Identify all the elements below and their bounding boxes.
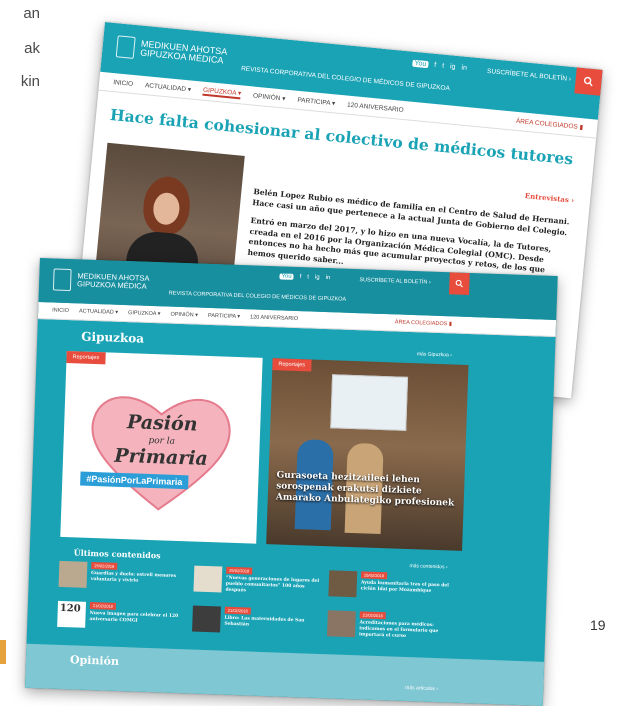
nav-gipuzkoa[interactable]: GIPUZKOA ▾ xyxy=(202,85,242,100)
latest-item[interactable]: 25/02/2018 Guardias y duelo: estrell men… xyxy=(58,560,199,600)
date-badge: 21/02/2018 xyxy=(89,601,117,610)
nav-actualidad[interactable]: ACTUALIDAD ▾ xyxy=(145,81,192,93)
decorative-tab xyxy=(0,640,6,664)
nav-participa[interactable]: PARTICIPA ▾ xyxy=(297,96,336,108)
nav-120-aniversario[interactable]: 120 ANIVERSARIO xyxy=(250,314,298,322)
latest-thumb xyxy=(326,610,356,638)
site-logo[interactable]: MEDIKUEN AHOTSA GIPUZKOA MÉDICA xyxy=(52,268,150,293)
date-badge: 25/02/2018 xyxy=(91,561,118,570)
latest-thumb xyxy=(192,605,221,633)
thumb-120: 120 xyxy=(59,602,81,615)
site-logo[interactable]: MEDIKUEN AHOTSA GIPUZKOA MÉDICA xyxy=(115,35,228,67)
date-badge: 25/02/2018 xyxy=(226,566,253,575)
nav-gipuzkoa[interactable]: GIPUZKOA ▾ xyxy=(128,310,161,317)
opinion-title: Opinión xyxy=(69,653,120,668)
instagram-icon[interactable]: ig xyxy=(315,275,320,281)
area-colegiados-link[interactable]: ÁREA COLEGIADOS ▮ xyxy=(516,117,584,131)
more-articles-link[interactable]: más artículos › xyxy=(405,685,438,692)
search-button[interactable] xyxy=(448,272,470,295)
presentation-screen xyxy=(330,374,409,431)
subscribe-button[interactable]: SUSCRÍBETE AL BOLETÍN › xyxy=(359,277,430,285)
latest-item-title: Ayuda humanitaria tras el paso del cicló… xyxy=(360,580,449,594)
youtube-icon[interactable]: You xyxy=(412,59,429,69)
date-badge: 21/02/2018 xyxy=(224,606,251,615)
site-tagline: REVISTA CORPORATIVA DEL COLEGIO DE MÉDIC… xyxy=(240,65,451,93)
search-icon xyxy=(583,76,593,87)
more-contents-link[interactable]: más contenidos › xyxy=(409,563,447,570)
logo-icon xyxy=(115,35,136,59)
subscribe-button[interactable]: SUSCRÍBETE AL BOLETÍN › xyxy=(487,68,572,83)
area-colegiados-label: ÁREA COLEGIADOS xyxy=(515,117,579,131)
nav-inicio[interactable]: INICIO xyxy=(113,79,133,88)
nav-opinion[interactable]: OPINIÓN ▾ xyxy=(253,92,286,103)
date-badge: 25/02/2018 xyxy=(361,571,388,580)
margin-line: ak xyxy=(24,40,40,57)
article-category[interactable]: Entrevistas › xyxy=(524,191,574,205)
logo-line2: GIPUZKOA MÉDICA xyxy=(76,279,147,291)
latest-item[interactable]: 120 21/02/2018 Nueva imagen para celebra… xyxy=(57,600,198,640)
latest-item-title: Libro: Las maternidades de San Sebastián xyxy=(224,615,305,628)
latest-thumb xyxy=(193,565,223,593)
search-button[interactable] xyxy=(574,67,603,96)
latest-thumb xyxy=(328,570,358,598)
linkedin-icon[interactable]: in xyxy=(326,275,331,281)
section-title: Gipuzkoa xyxy=(81,329,145,346)
area-colegiados-link[interactable]: ÁREA COLEGIADOS ▮ xyxy=(395,319,452,327)
date-badge: 21/02/2018 xyxy=(359,611,386,620)
search-icon xyxy=(455,279,463,288)
card-badge: Reportajes xyxy=(66,350,106,365)
area-colegiados-label: ÁREA COLEGIADOS xyxy=(394,319,448,328)
latest-item-title: “Nuevas generaciones de lugares del pueb… xyxy=(225,575,320,594)
instagram-icon[interactable]: ig xyxy=(450,63,456,70)
more-gipuzkoa-link[interactable]: más Gipuzkoa › xyxy=(417,351,452,358)
nav-inicio[interactable]: INICIO xyxy=(52,307,69,314)
facebook-icon[interactable]: f xyxy=(434,62,437,69)
section-screenshot: MEDIKUEN AHOTSA GIPUZKOA MÉDICA REVISTA … xyxy=(24,258,558,706)
latest-thumb: 120 xyxy=(57,600,87,628)
latest-item[interactable]: 21/02/2018 Acreditaciones para médicos: … xyxy=(326,610,468,649)
logo-icon xyxy=(52,268,72,292)
card-badge: Reportajes xyxy=(272,358,312,372)
feature-card-pasion[interactable]: Reportajes Pasión por la Primaria #Pasió… xyxy=(60,350,263,544)
latest-thumb xyxy=(58,560,88,588)
nav-actualidad[interactable]: ACTUALIDAD ▾ xyxy=(79,308,118,315)
youtube-icon[interactable]: You xyxy=(279,273,294,280)
latest-title: Últimos contenidos xyxy=(73,547,161,561)
latest-item[interactable]: 25/02/2018 Ayuda humanitaria tras el pas… xyxy=(328,570,469,609)
social-links: You f t ig in xyxy=(279,273,330,281)
latest-item-title: Guardias y duelo: estrell menores volunt… xyxy=(90,570,177,584)
opinion-band xyxy=(24,643,545,706)
margin-line: an xyxy=(23,5,40,22)
latest-item-title: Acreditaciones para médicos: indicamos e… xyxy=(358,620,439,639)
latest-item-title: Nueva imagen para celebrar el 120 aniver… xyxy=(89,610,179,624)
margin-line: kin xyxy=(20,73,40,90)
site-tagline: REVISTA CORPORATIVA DEL COLEGIO DE MÉDIC… xyxy=(168,290,347,303)
feature-card-amarako[interactable]: Reportajes Gurasoeta hezitzaileei lehen … xyxy=(266,358,469,551)
linkedin-icon[interactable]: in xyxy=(461,64,467,71)
twitter-icon[interactable]: t xyxy=(442,63,445,70)
social-links: You f t ig in xyxy=(412,59,467,72)
twitter-icon[interactable]: t xyxy=(307,274,309,280)
facebook-icon[interactable]: f xyxy=(300,274,302,280)
lock-icon: ▮ xyxy=(579,123,584,132)
latest-item[interactable]: 21/02/2018 Libro: Las maternidades de Sa… xyxy=(192,605,333,645)
nav-120-aniversario[interactable]: 120 ANIVERSARIO xyxy=(347,101,404,113)
nav-participa[interactable]: PARTICIPA ▾ xyxy=(208,313,240,320)
latest-item[interactable]: 25/02/2018 “Nuevas generaciones de lugar… xyxy=(193,565,334,605)
card-caption: Gurasoeta hezitzaileei lehen sorospenak … xyxy=(275,470,455,509)
page-number: 19 xyxy=(590,617,606,633)
lock-icon: ▮ xyxy=(448,321,453,328)
nav-opinion[interactable]: OPINIÓN ▾ xyxy=(170,312,198,319)
